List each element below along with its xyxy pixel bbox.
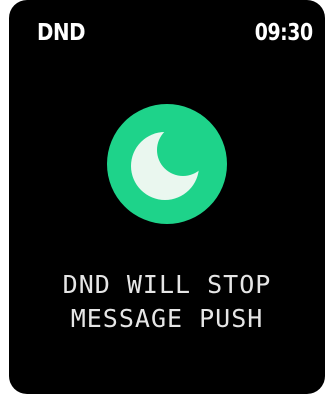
message-line-2: MESSAGE PUSH (70, 304, 264, 333)
mode-label: DND (37, 20, 86, 46)
watch-screen: DND 09:30 DND WILL STOP MESSAGE PUSH (9, 0, 325, 394)
dnd-message: DND WILL STOP MESSAGE PUSH (9, 268, 325, 336)
dnd-toggle-button[interactable] (107, 104, 227, 224)
status-bar: DND 09:30 (9, 0, 325, 80)
message-line-1: DND WILL STOP (62, 270, 272, 299)
moon-icon (107, 104, 227, 224)
clock-time: 09:30 (255, 20, 313, 46)
